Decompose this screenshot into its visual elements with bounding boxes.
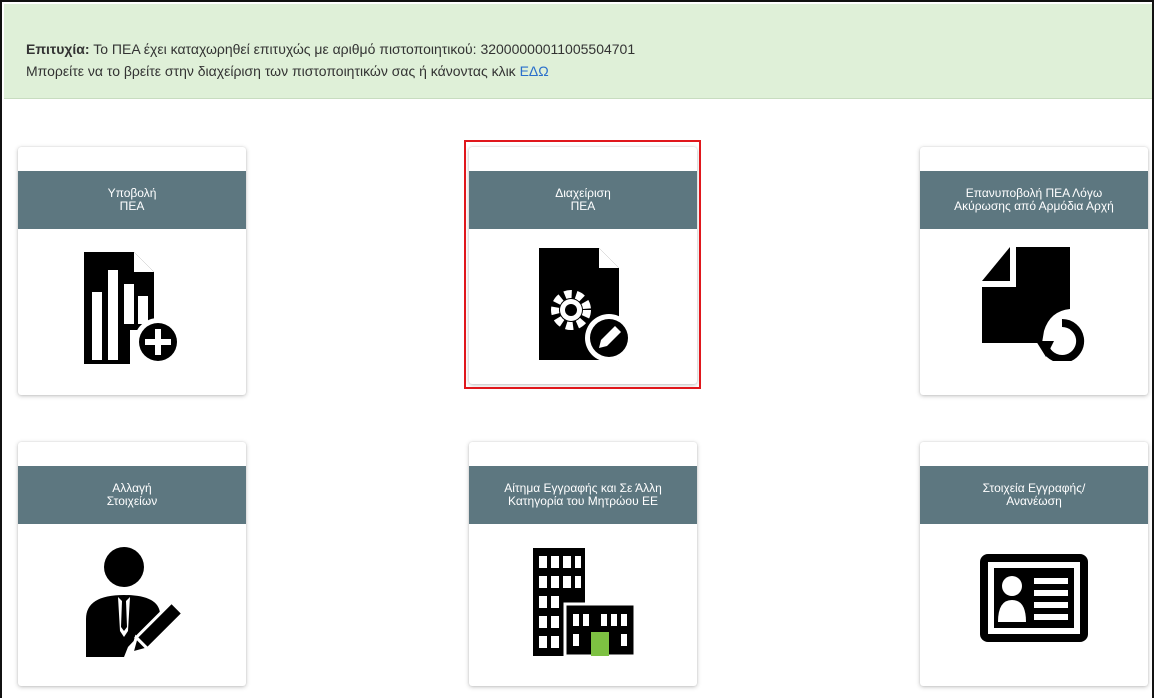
tile-submit-pea[interactable]: Υποβολή ΠΕΑ [18,147,246,395]
alert-line2-text: Μπορείτε να το βρείτε στην διαχείριση τω… [26,63,520,79]
tile-resubmit-pea[interactable]: Επανυποβολή ΠΕΑ Λόγω Ακύρωσης από Αρμόδι… [920,147,1148,395]
tile-registration-renewal[interactable]: Στοιχεία Εγγραφής/ Ανανέωση [920,442,1148,686]
page-frame: Επιτυχία: Το ΠΕΑ έχει καταχωρηθεί επιτυχ… [0,0,1154,698]
tile-registration-request[interactable]: Αίτημα Εγγραφής και Σε Άλλη Κατηγορία το… [469,442,697,686]
tile-title: Επανυποβολή ΠΕΑ Λόγω Ακύρωσης από Αρμόδι… [920,171,1148,229]
tile-manage-pea[interactable]: Διαχείριση ΠΕΑ [469,147,697,384]
alert-line-2: Μπορείτε να το βρείτε στην διαχείριση τω… [26,63,549,79]
id-card-icon [980,554,1088,642]
user-edit-icon [86,547,185,657]
tile-title: Διαχείριση ΠΕΑ [469,171,697,229]
document-resubmit-icon [982,247,1085,361]
tile-change-details[interactable]: Αλλαγή Στοιχείων [18,442,246,686]
document-gear-edit-icon [539,248,633,362]
alert-line-1: Επιτυχία: Το ΠΕΑ έχει καταχωρηθεί επιτυχ… [26,41,635,57]
tile-title: Στοιχεία Εγγραφής/ Ανανέωση [920,466,1148,524]
tile-title: Αλλαγή Στοιχείων [18,466,246,524]
alert-link[interactable]: ΕΔΩ [520,63,549,79]
alert-label: Επιτυχία: [26,41,90,57]
alert-message: Το ΠΕΑ έχει καταχωρηθεί επιτυχώς με αριθ… [89,41,636,57]
tile-title: Αίτημα Εγγραφής και Σε Άλλη Κατηγορία το… [469,466,697,524]
success-alert: Επιτυχία: Το ΠΕΑ έχει καταχωρηθεί επιτυχ… [4,4,1152,99]
document-chart-plus-icon [84,252,182,366]
building-icon [533,548,637,658]
tile-title: Υποβολή ΠΕΑ [18,171,246,229]
